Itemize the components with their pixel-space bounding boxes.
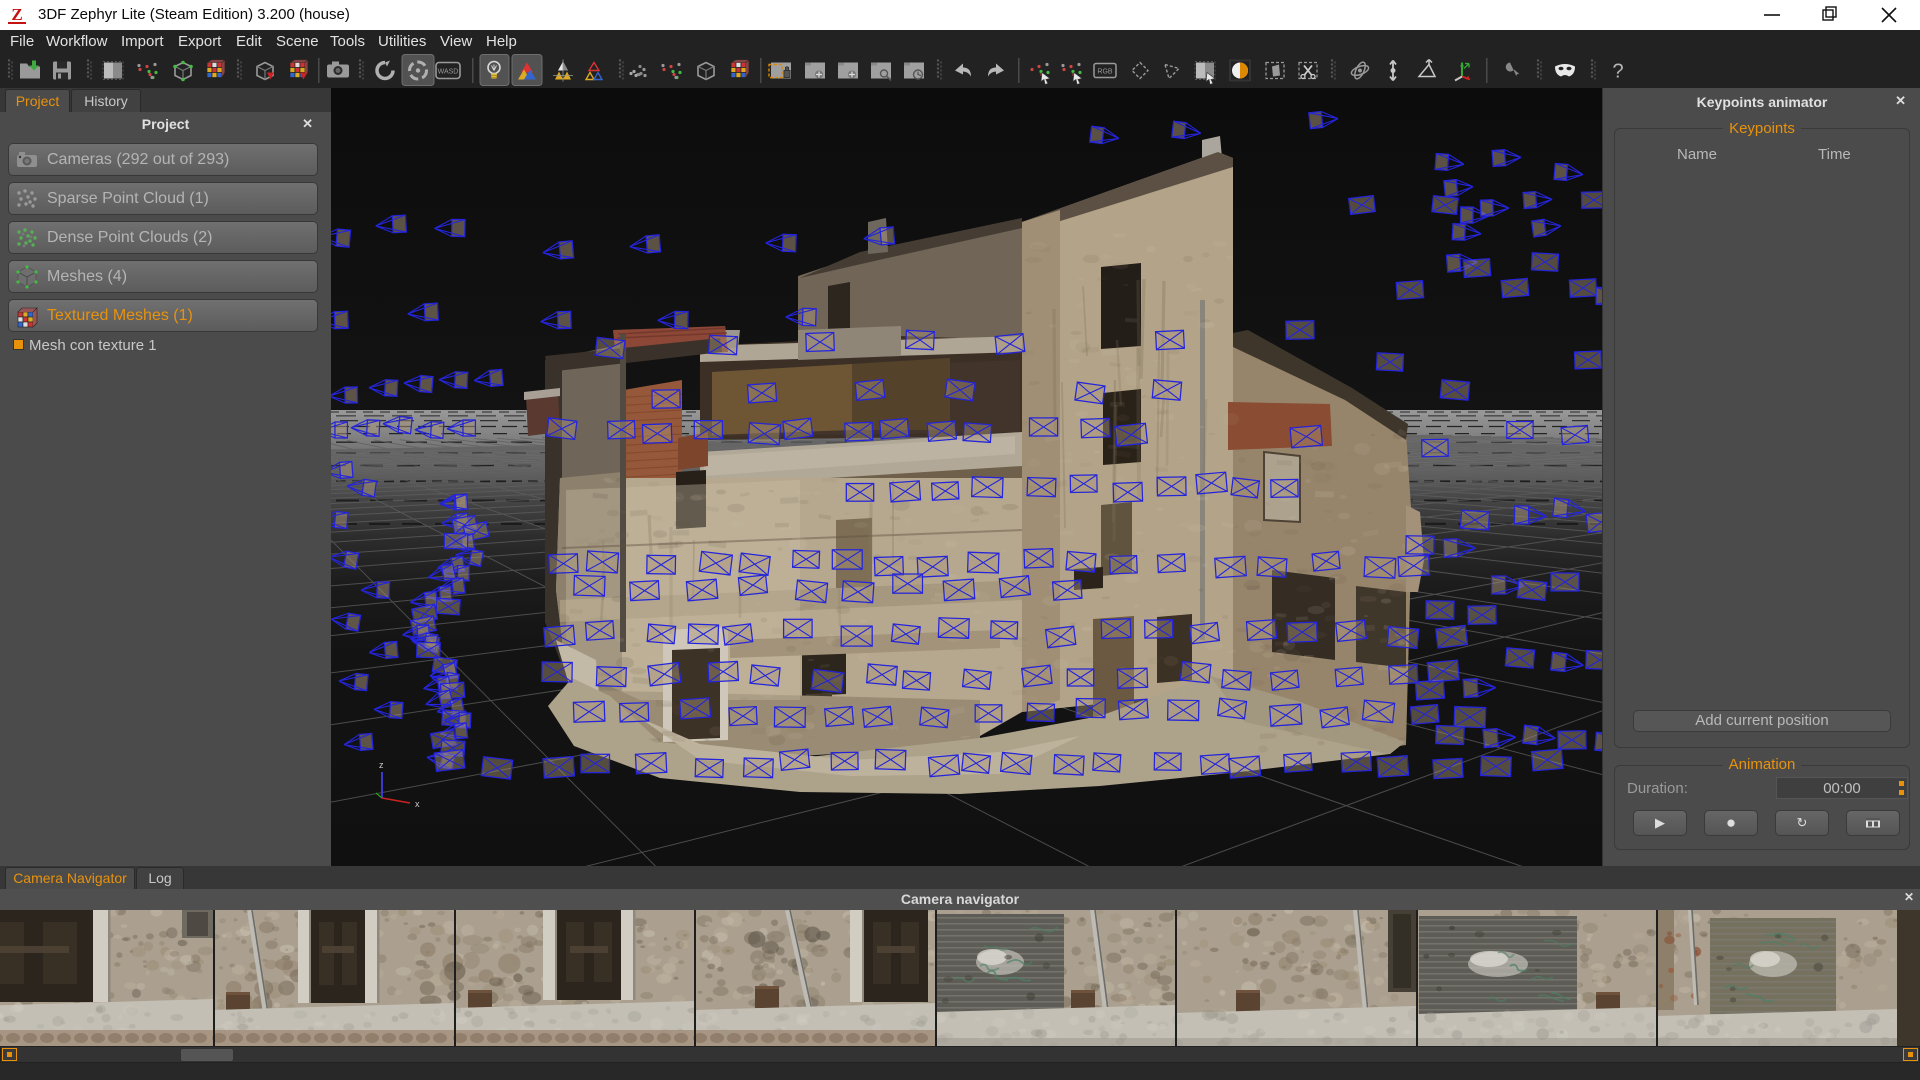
svg-text:z: z (379, 760, 384, 770)
svg-text:RGB: RGB (1097, 69, 1113, 76)
svg-text:WASD: WASD (438, 69, 459, 76)
svg-text:?: ? (1612, 61, 1623, 83)
svg-text:x: x (415, 799, 420, 809)
